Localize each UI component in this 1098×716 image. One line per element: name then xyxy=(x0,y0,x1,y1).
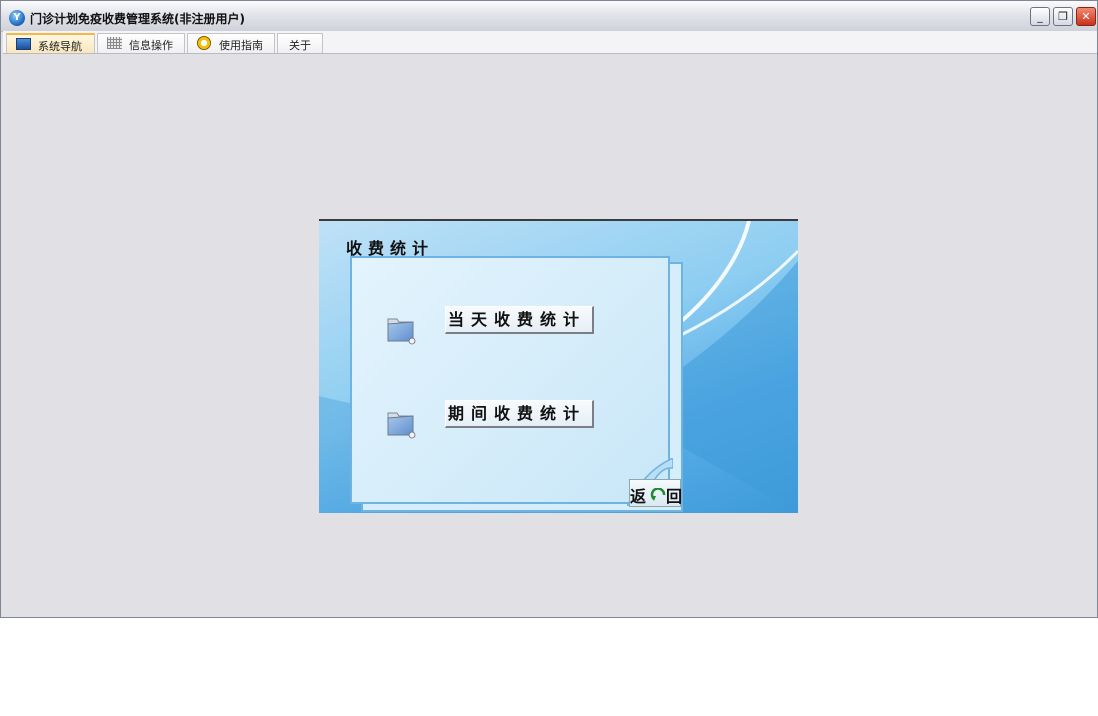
tab-system-navigation[interactable]: 系统导航 xyxy=(6,33,95,53)
charge-statistics-panel: 收费统计 当天收费统计 期间收费统计 返 回 xyxy=(319,219,798,513)
tab-label: 信息操作 xyxy=(129,39,173,52)
content-sheet xyxy=(350,256,673,506)
back-label-right: 回 xyxy=(666,487,683,506)
close-button[interactable]: ✕ xyxy=(1076,7,1096,26)
tab-label: 使用指南 xyxy=(219,39,263,52)
back-button[interactable]: 返 回 xyxy=(629,479,683,507)
folder-icon xyxy=(387,318,416,345)
maximize-button[interactable]: ❐ xyxy=(1053,7,1073,26)
title-bar[interactable]: Y 门诊计划免疫收费管理系统(非注册用户) _ ❐ ✕ xyxy=(1,1,1097,32)
tab-strip: 系统导航 信息操作 使用指南 关于 xyxy=(3,31,1097,54)
app-logo-icon: Y xyxy=(9,10,25,26)
main-window: Y 门诊计划免疫收费管理系统(非注册用户) _ ❐ ✕ 系统导航 信息操作 使用… xyxy=(0,0,1098,618)
window-title: 门诊计划免疫收费管理系统(非注册用户) xyxy=(30,12,245,26)
minimize-button[interactable]: _ xyxy=(1030,7,1050,26)
tab-user-guide[interactable]: 使用指南 xyxy=(187,33,275,53)
folder-icon xyxy=(387,412,416,439)
grid-icon xyxy=(107,37,122,49)
help-icon xyxy=(197,36,211,50)
monitor-icon xyxy=(16,38,31,50)
tab-label: 系统导航 xyxy=(38,40,82,53)
tab-about[interactable]: 关于 xyxy=(277,33,323,53)
period-charge-statistics-button[interactable]: 期间收费统计 xyxy=(445,400,594,428)
tab-info-operation[interactable]: 信息操作 xyxy=(97,33,185,53)
return-arrow-icon xyxy=(650,488,666,501)
back-label-left: 返 xyxy=(630,487,647,506)
daily-charge-statistics-button[interactable]: 当天收费统计 xyxy=(445,306,594,334)
tab-label: 关于 xyxy=(289,39,311,52)
